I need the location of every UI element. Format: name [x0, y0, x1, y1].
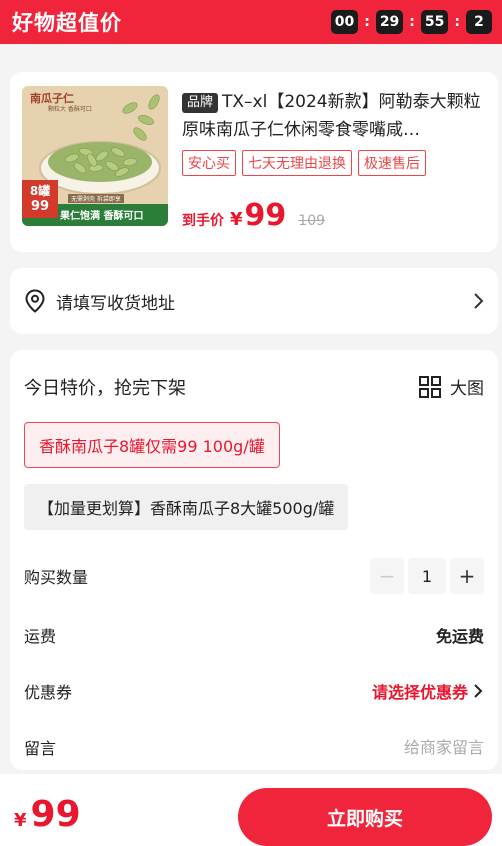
big-view-label: 大图: [450, 379, 484, 399]
shipping-value: 免运费: [435, 627, 484, 646]
badge-count: 8罐: [29, 184, 51, 198]
countdown-seconds: 55: [420, 10, 449, 34]
sku-option-selected[interactable]: 香酥南瓜子8罐仅需99 100g/罐: [24, 422, 280, 468]
badge-price: 99: [30, 199, 50, 214]
original-price: 109: [298, 213, 326, 229]
shipping-row: 运费 免运费: [24, 620, 484, 650]
chevron-right-icon: [474, 684, 483, 698]
image-note: 无需剥壳 拆袋即享: [68, 194, 124, 203]
shipping-label: 运费: [24, 627, 57, 646]
coupon-selector[interactable]: 请选择优惠券: [372, 679, 484, 703]
total-currency: ¥: [14, 810, 27, 831]
coupon-label: 优惠券: [24, 683, 73, 702]
quantity-row: 购买数量 − 1 +: [24, 556, 484, 596]
options-heading: 今日特价，抢完下架: [24, 378, 186, 399]
chevron-right-icon: [474, 293, 484, 309]
message-input[interactable]: [284, 737, 484, 757]
location-pin-icon: [25, 289, 45, 313]
countdown-hours: 00: [330, 10, 359, 34]
image-banner-text: 果仁饱满 香酥可口: [60, 211, 144, 222]
countdown-tenths: 2: [466, 10, 492, 34]
image-subtitle: 颗粒大 香酥可口: [48, 106, 92, 113]
decrease-button[interactable]: −: [370, 558, 404, 594]
brand-tag: 品牌: [182, 93, 219, 113]
product-title-text: TX–xl【2024新款】阿勒泰大颗粒原味南瓜子仁休闲零食零嘴咸…: [182, 92, 481, 140]
total-value: 99: [30, 794, 81, 835]
product-title[interactable]: 品牌 TX–xl【2024新款】阿勒泰大颗粒原味南瓜子仁休闲零食零嘴咸…: [182, 88, 488, 144]
total-price: ¥ 99: [14, 794, 81, 835]
service-tag-aftersale: 极速售后: [358, 150, 426, 176]
address-placeholder: 请填写收货地址: [56, 293, 175, 314]
buy-now-button[interactable]: 立即购买: [238, 788, 492, 846]
address-selector[interactable]: 请填写收货地址: [10, 268, 498, 334]
quantity-label: 购买数量: [24, 568, 89, 587]
quantity-value[interactable]: 1: [408, 558, 446, 594]
big-view-toggle[interactable]: 大图: [418, 374, 484, 399]
coupon-row[interactable]: 优惠券 请选择优惠券: [24, 676, 484, 706]
message-row: 留言: [24, 732, 484, 762]
page-title: 好物超值价: [12, 11, 122, 35]
service-tag-return: 七天无理由退换: [242, 150, 352, 176]
quantity-stepper: − 1 +: [370, 558, 484, 594]
message-label: 留言: [24, 739, 57, 758]
countdown-separator: :: [364, 14, 370, 30]
price-label: 到手价: [182, 213, 224, 229]
purchase-options: 今日特价，抢完下架 大图 香酥南瓜子8罐仅需99 100g/罐 【加量更划算】香…: [10, 350, 498, 770]
product-image[interactable]: 南瓜子仁 颗粒大 香酥可口 无需剥壳 拆袋即享 果仁饱满 香酥可口 8罐 99: [22, 86, 168, 226]
countdown-timer: 00 : 29 : 55 : 2: [330, 10, 492, 34]
price-row: 到手价 ¥ 99 109: [182, 198, 325, 233]
service-tag-assured: 安心买: [182, 150, 236, 176]
grid-view-icon: [419, 375, 441, 398]
final-price: 99: [244, 198, 287, 233]
sku-option[interactable]: 【加量更划算】香酥南瓜子8大罐500g/罐: [24, 484, 349, 530]
countdown-separator: :: [454, 14, 460, 30]
price-currency: ¥: [230, 209, 243, 230]
product-card: 南瓜子仁 颗粒大 香酥可口 无需剥壳 拆袋即享 果仁饱满 香酥可口 8罐 99 …: [10, 72, 498, 252]
top-bar: 好物超值价 00 : 29 : 55 : 2: [0, 0, 502, 44]
image-price-badge: 8罐 99: [22, 180, 58, 218]
countdown-minutes: 29: [375, 10, 404, 34]
checkout-bar: ¥ 99 立即购买: [0, 774, 502, 846]
service-tags: 安心买 七天无理由退换 极速售后: [182, 150, 426, 176]
countdown-separator: :: [409, 14, 415, 30]
coupon-value: 请选择优惠券: [371, 683, 468, 702]
increase-button[interactable]: +: [450, 558, 484, 594]
